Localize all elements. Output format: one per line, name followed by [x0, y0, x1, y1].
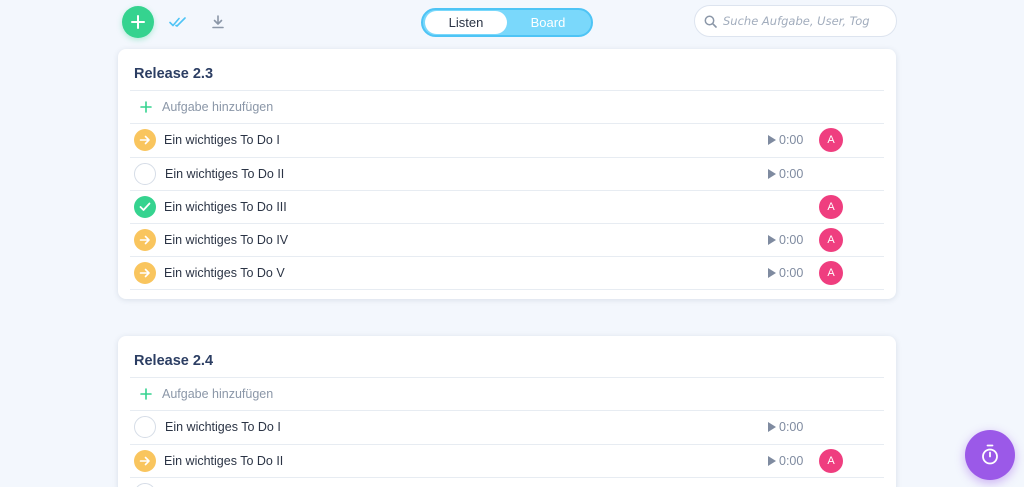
- stopwatch-icon: [982, 444, 998, 465]
- add-task-label: Aufgabe hinzufügen: [162, 100, 274, 115]
- task-row[interactable]: Ein wichtiges To Do II 0:00: [130, 156, 884, 190]
- double-check-icon: [169, 17, 186, 27]
- task-timer[interactable]: 0:00: [768, 266, 803, 280]
- task-row[interactable]: Ein wichtiges To Do IV 0:00 A: [130, 223, 884, 256]
- view-toggle-board[interactable]: Board: [507, 11, 589, 34]
- task-row[interactable]: Ein wichtiges To Do I 0:00 A: [130, 123, 884, 156]
- view-toggle[interactable]: Listen Board: [421, 8, 593, 37]
- status-in-progress-icon[interactable]: [134, 449, 156, 472]
- task-time: 0:00: [779, 453, 804, 468]
- status-in-progress-icon[interactable]: [134, 229, 156, 252]
- status-open-icon[interactable]: [134, 483, 156, 487]
- download-icon: [212, 15, 224, 29]
- view-toggle-listen[interactable]: Listen: [425, 11, 507, 34]
- add-task-label: Aufgabe hinzufügen: [162, 387, 274, 402]
- task-timer[interactable]: 0:00: [768, 420, 803, 434]
- status-in-progress-icon[interactable]: [134, 129, 156, 152]
- task-name[interactable]: Ein wichtiges To Do II: [164, 454, 283, 468]
- task-name[interactable]: Ein wichtiges To Do II: [165, 167, 284, 181]
- task-time: 0:00: [779, 233, 804, 248]
- search-input[interactable]: [723, 14, 888, 28]
- add-task-button[interactable]: [122, 6, 154, 38]
- add-task-row[interactable]: Aufgabe hinzufügen: [130, 90, 884, 123]
- play-icon: [768, 455, 776, 466]
- release-title: Release 2.4: [134, 353, 214, 369]
- release-title: Release 2.3: [134, 66, 214, 82]
- avatar[interactable]: A: [819, 261, 843, 286]
- timer-fab-button[interactable]: [965, 430, 1015, 480]
- plus-icon: [139, 100, 153, 114]
- release-card: Release 2.3 Aufgabe hinzufügen Ein wicht…: [118, 49, 896, 299]
- task-timer[interactable]: 0:00: [768, 133, 803, 147]
- add-task-row[interactable]: Aufgabe hinzufügen: [130, 377, 884, 410]
- task-time: 0:00: [779, 266, 804, 281]
- play-icon: [768, 268, 776, 279]
- play-icon: [768, 168, 776, 179]
- task-timer[interactable]: 0:00: [768, 454, 803, 468]
- task-time: 0:00: [779, 420, 804, 435]
- status-open-icon[interactable]: [134, 162, 156, 185]
- task-timer[interactable]: 0:00: [768, 233, 803, 247]
- search-box: [694, 5, 897, 37]
- task-name[interactable]: Ein wichtiges To Do I: [165, 420, 281, 434]
- task-row[interactable]: Ein wichtiges To Do I 0:00: [130, 410, 884, 443]
- plus-icon: [131, 15, 145, 29]
- release-card: Release 2.4 Aufgabe hinzufügen Ein wicht…: [118, 336, 896, 487]
- play-icon: [768, 235, 776, 246]
- task-time: 0:00: [779, 166, 804, 181]
- play-icon: [768, 135, 776, 146]
- task-time: 0:00: [779, 133, 804, 148]
- task-name[interactable]: Ein wichtiges To Do V: [164, 266, 285, 280]
- status-done-icon[interactable]: [134, 196, 156, 219]
- task-row[interactable]: Ein wichtiges To Do II 0:00 A: [130, 443, 884, 477]
- avatar[interactable]: A: [819, 128, 843, 153]
- download-button[interactable]: [206, 10, 230, 34]
- avatar[interactable]: A: [819, 448, 843, 473]
- play-icon: [768, 422, 776, 433]
- task-name[interactable]: Ein wichtiges To Do III: [164, 200, 287, 214]
- plus-icon: [139, 387, 153, 401]
- task-row[interactable]: Ein wichtiges To Do III A: [130, 189, 884, 223]
- avatar[interactable]: A: [819, 195, 843, 220]
- task-row[interactable]: [130, 476, 884, 487]
- search-icon: [704, 15, 717, 28]
- task-timer[interactable]: 0:00: [768, 167, 803, 181]
- avatar[interactable]: A: [819, 228, 843, 253]
- task-name[interactable]: Ein wichtiges To Do IV: [164, 233, 288, 247]
- task-name[interactable]: Ein wichtiges To Do I: [164, 133, 280, 147]
- status-in-progress-icon[interactable]: [134, 262, 156, 285]
- double-check-button[interactable]: [166, 10, 190, 34]
- task-row[interactable]: Ein wichtiges To Do V 0:00 A: [130, 256, 884, 290]
- status-open-icon[interactable]: [134, 416, 156, 439]
